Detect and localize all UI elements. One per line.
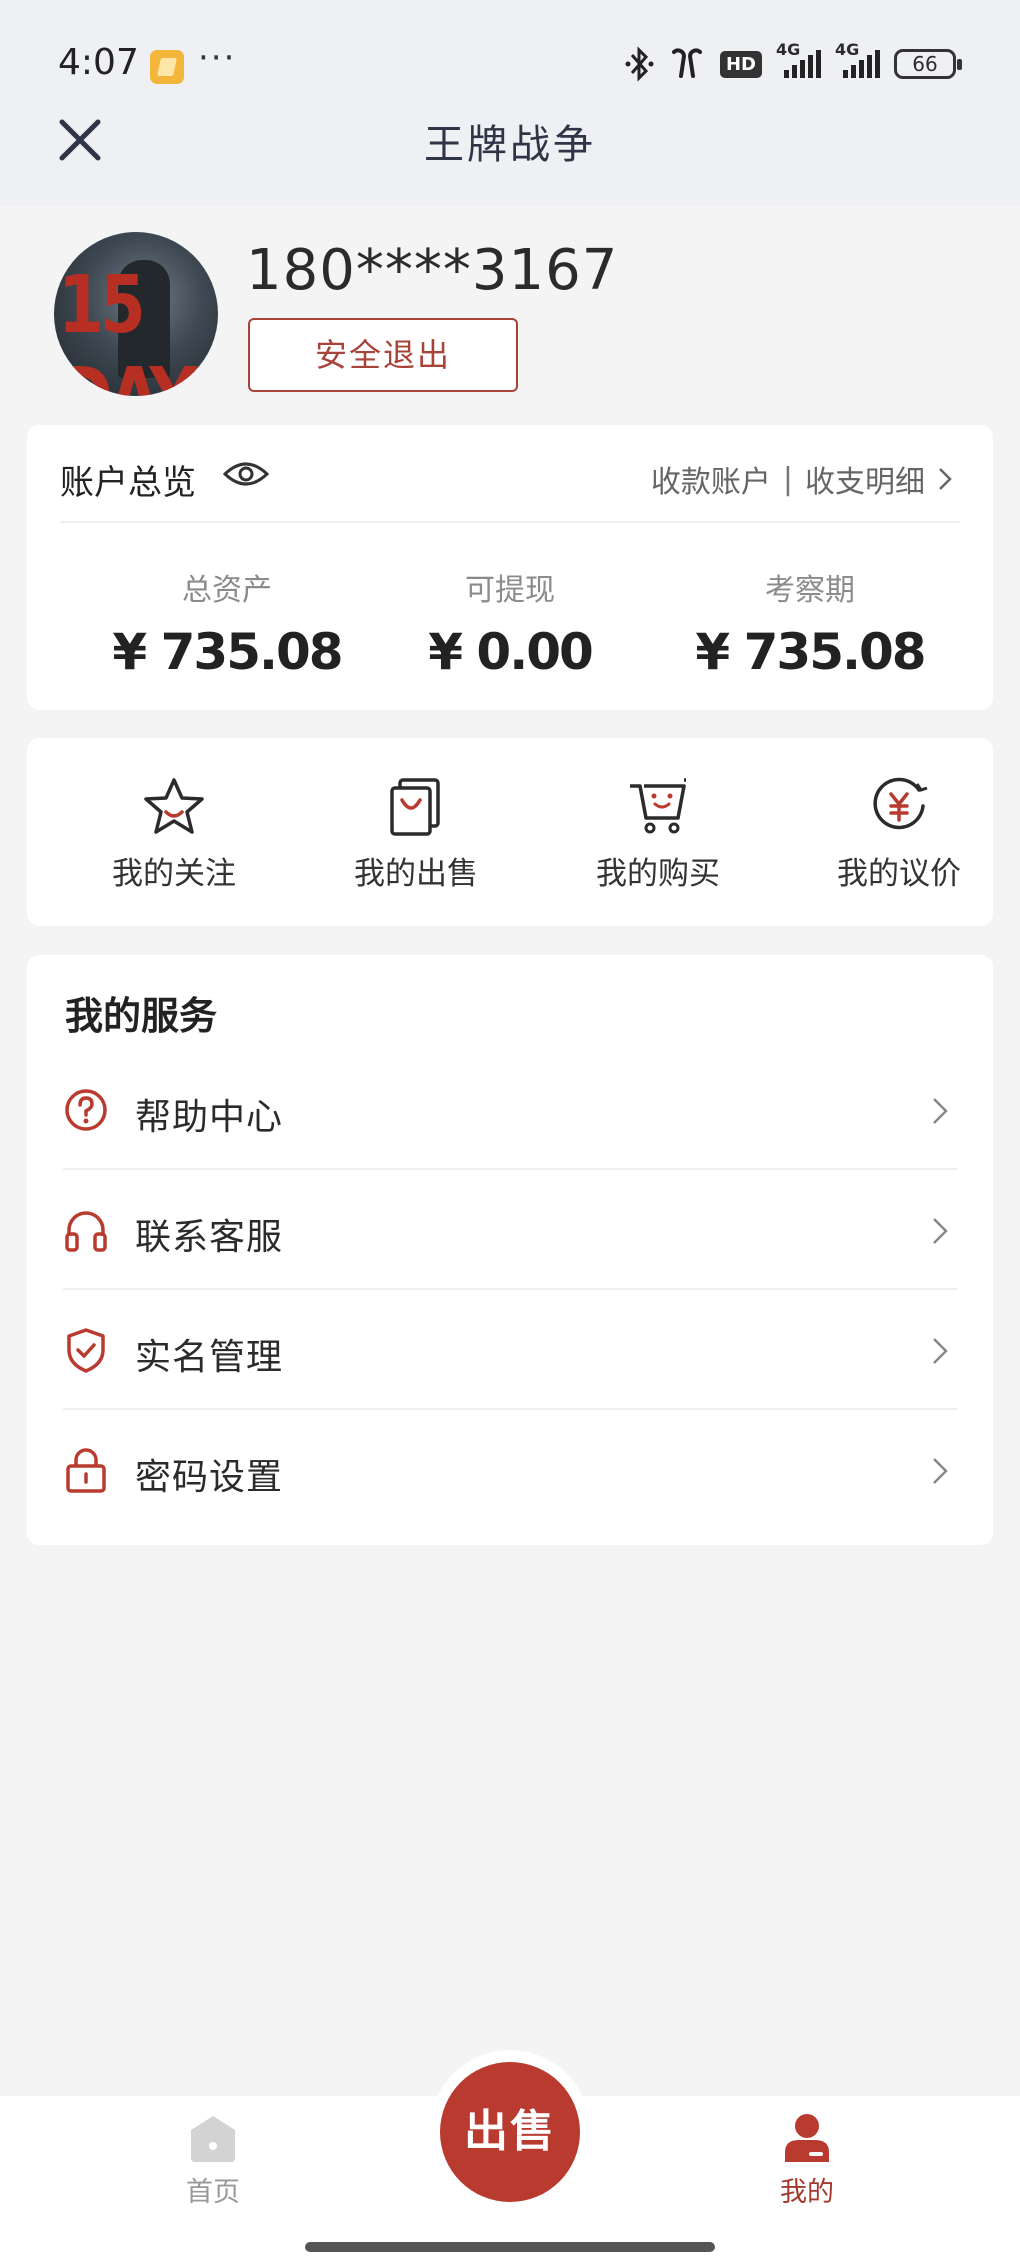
logout-button[interactable]: 安全退出 [248, 318, 518, 392]
tab-mine[interactable]: 我的 [737, 2112, 877, 2209]
service-help-center[interactable]: 帮助中心 [27, 1050, 993, 1170]
chevron-right-icon [933, 1458, 948, 1484]
help-icon [65, 1089, 107, 1131]
stat-value: ¥ 0.00 [428, 623, 594, 681]
service-contact-support[interactable]: 联系客服 [27, 1170, 993, 1290]
notes-app-icon [150, 50, 184, 84]
chevron-right-icon[interactable] [937, 466, 953, 492]
status-icons: HD 4G 4G 66 [624, 40, 962, 84]
avatar-logo-text: 15 DAYS [58, 258, 218, 396]
service-label: 联系客服 [135, 1217, 284, 1258]
chevron-right-icon [933, 1098, 948, 1124]
quick-action-label: 我的出售 [354, 856, 478, 892]
avatar[interactable]: 15 DAYS [54, 232, 218, 396]
my-sales-button[interactable]: 我的出售 [316, 776, 516, 893]
divider [60, 521, 960, 523]
stat-total-assets: 总资产 ¥ 735.08 [77, 565, 377, 681]
services-card: 我的服务 帮助中心 联系客服 实名管理 密码设置 [27, 955, 993, 1545]
signal-icon-2: 4G [835, 40, 880, 78]
quick-action-label: 我的购买 [596, 856, 720, 892]
shield-check-icon [67, 1328, 105, 1373]
tab-home[interactable]: 首页 [143, 2112, 283, 2209]
account-overview-card: 账户总览 收款账户 | 收支明细 总资产 ¥ 735.08 可提现 ¥ 0.00… [27, 425, 993, 710]
user-icon [785, 2114, 829, 2162]
star-icon [144, 778, 204, 834]
quick-action-label: 我的议价 [837, 856, 961, 892]
headset-icon [65, 1211, 107, 1252]
stat-label: 总资产 [182, 573, 272, 608]
home-indicator[interactable] [305, 2242, 715, 2252]
sell-button[interactable]: 出售 [440, 2062, 580, 2202]
service-label: 帮助中心 [135, 1097, 284, 1138]
my-bargains-button[interactable]: 我的议价 [799, 776, 999, 893]
account-links: 收款账户 | 收支明细 [651, 457, 953, 501]
status-time: 4:07 [58, 42, 139, 83]
quick-action-label: 我的关注 [112, 856, 236, 892]
service-password-settings[interactable]: 密码设置 [27, 1410, 993, 1530]
receive-account-link[interactable]: 收款账户 [651, 457, 771, 501]
stat-withdrawable: 可提现 ¥ 0.00 [360, 565, 660, 681]
home-icon [191, 2116, 235, 2162]
stat-review-period: 考察期 ¥ 735.08 [660, 565, 960, 681]
account-overview-title: 账户总览 [60, 463, 196, 503]
my-purchases-button[interactable]: 我的购买 [558, 776, 758, 893]
transaction-details-link[interactable]: 收支明细 [805, 457, 925, 501]
yuan-circle-icon [873, 777, 928, 830]
stat-value: ¥ 735.08 [695, 623, 926, 681]
lock-icon [66, 1448, 106, 1493]
chevron-right-icon [933, 1218, 948, 1244]
stat-value: ¥ 735.08 [112, 623, 343, 681]
chevron-right-icon [933, 1338, 948, 1364]
battery-icon: 66 [894, 49, 962, 79]
cart-icon [630, 778, 686, 834]
status-bar: 4:07 ··· HD 4G 4G 66 [0, 0, 1020, 110]
eye-icon[interactable] [223, 459, 269, 489]
link-separator: | [782, 461, 793, 497]
shopping-bag-icon [390, 778, 440, 836]
earbuds-icon [671, 48, 702, 78]
page-title: 王牌战争 [424, 122, 596, 168]
user-phone: 180****3167 [246, 238, 619, 303]
services-title: 我的服务 [65, 994, 218, 1038]
service-label: 密码设置 [135, 1457, 284, 1498]
signal-icon: 4G [776, 40, 821, 78]
tab-label: 首页 [186, 2177, 240, 2208]
quick-actions-card: 我的关注 我的出售 我的购买 我的议价 [27, 738, 993, 926]
more-notifications-icon: ··· [198, 38, 237, 78]
service-label: 实名管理 [135, 1337, 284, 1378]
tab-label: 我的 [780, 2177, 834, 2208]
bluetooth-icon [625, 46, 654, 82]
my-follows-button[interactable]: 我的关注 [74, 776, 274, 893]
stat-label: 考察期 [765, 573, 855, 608]
stat-label: 可提现 [465, 573, 555, 608]
hd-voice-badge: HD [719, 50, 762, 78]
service-identity-verification[interactable]: 实名管理 [27, 1290, 993, 1410]
